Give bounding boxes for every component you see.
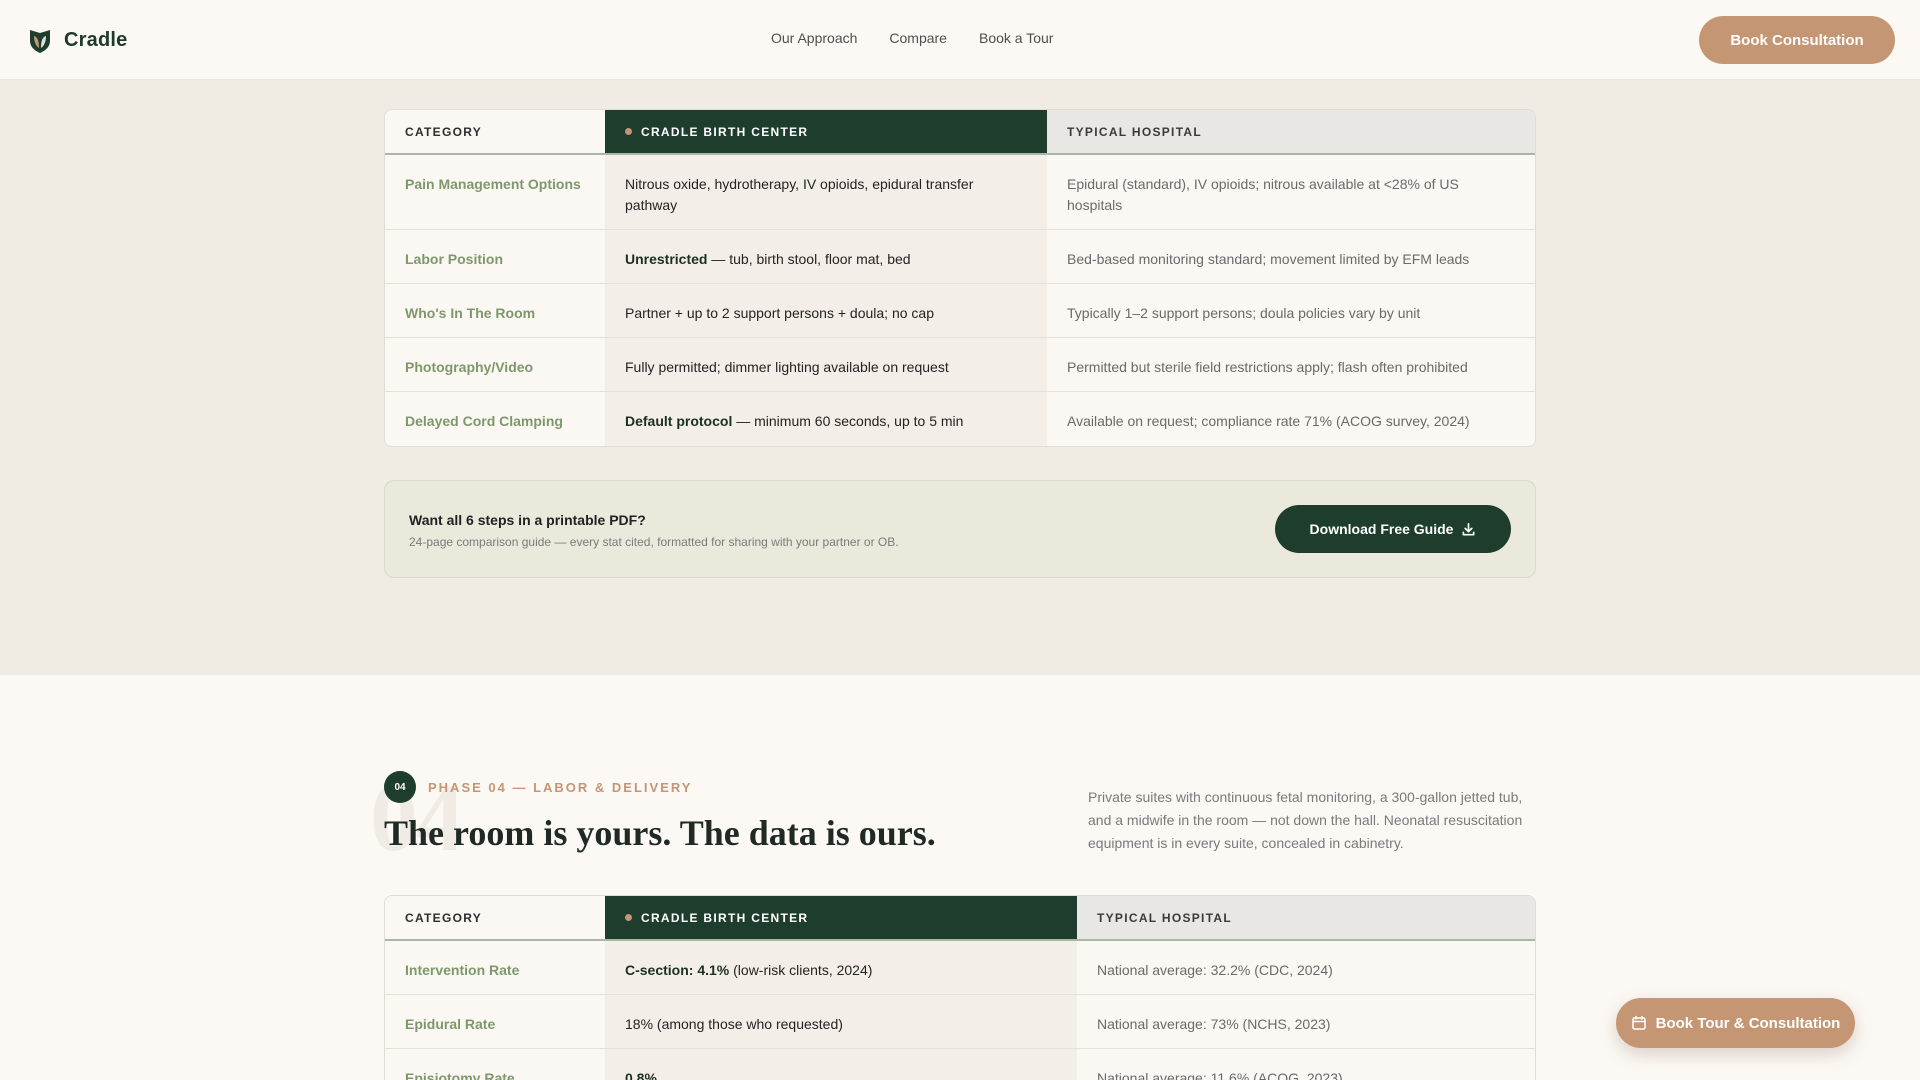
table-row: Pain Management Options Nitrous oxide, h…: [385, 155, 1535, 230]
header-cradle-label: Cradle Birth Center: [641, 124, 809, 139]
phase-label: PHASE 04 — LABOR & DELIVERY: [428, 780, 693, 795]
header-cradle: Cradle Birth Center: [605, 896, 1077, 939]
row-cradle-highlight: Unrestricted: [625, 251, 708, 267]
phase-03-section: Category Cradle Birth Center Typical Hos…: [0, 80, 1920, 675]
row-cradle-value: 0.8%: [605, 1049, 1077, 1080]
row-category: Who's In The Room: [385, 284, 605, 337]
row-cradle-value: Default protocol — minimum 60 seconds, u…: [605, 392, 1047, 446]
cta-subtitle: 24-page comparison guide — every stat ci…: [409, 535, 899, 549]
nav-compare[interactable]: Compare: [889, 30, 947, 46]
dot-icon: [625, 914, 632, 921]
row-cradle-value: 18% (among those who requested): [605, 995, 1077, 1048]
row-cradle-text: 18% (among those who requested): [625, 1016, 843, 1032]
row-cradle-value: Fully permitted; dimmer lighting availab…: [605, 338, 1047, 391]
phase-number-badge: 04: [384, 771, 416, 803]
row-cradle-value: Unrestricted — tub, birth stool, floor m…: [605, 230, 1047, 283]
download-guide-cta: Want all 6 steps in a printable PDF? 24-…: [384, 480, 1536, 578]
row-hospital-value: National average: 11.6% (ACOG, 2023): [1077, 1049, 1535, 1080]
table-row: Intervention Rate C-section: 4.1% (low-r…: [385, 941, 1535, 995]
header-category: Category: [385, 110, 605, 153]
brand-name: Cradle: [64, 28, 128, 51]
calendar-icon: [1631, 1015, 1646, 1030]
row-cradle-text: — tub, birth stool, floor mat, bed: [707, 251, 911, 267]
row-hospital-value: Available on request; compliance rate 71…: [1047, 392, 1535, 446]
row-category: Pain Management Options: [385, 155, 605, 229]
row-cradle-text: Fully permitted; dimmer lighting availab…: [625, 359, 949, 375]
header-cradle: Cradle Birth Center: [605, 110, 1047, 153]
main-nav: Our Approach Compare Book a Tour: [771, 30, 1053, 46]
table-row: Photography/Video Fully permitted; dimme…: [385, 338, 1535, 392]
top-navigation-bar: Cradle Our Approach Compare Book a Tour …: [0, 0, 1920, 80]
row-cradle-text: (low-risk clients, 2024): [729, 962, 873, 978]
row-hospital-value: Epidural (standard), IV opioids; nitrous…: [1047, 155, 1535, 229]
row-cradle-value: Partner + up to 2 support persons + doul…: [605, 284, 1047, 337]
comparison-table-phase-03: Category Cradle Birth Center Typical Hos…: [384, 109, 1536, 447]
row-category: Delayed Cord Clamping: [385, 392, 605, 446]
nav-our-approach[interactable]: Our Approach: [771, 30, 857, 46]
header-category: Category: [385, 896, 605, 939]
row-hospital-value: National average: 73% (NCHS, 2023): [1077, 995, 1535, 1048]
phase-description: Private suites with continuous fetal mon…: [1088, 789, 1523, 851]
header-cradle-label: Cradle Birth Center: [641, 910, 809, 925]
book-tour-consultation-float-button[interactable]: Book Tour & Consultation: [1616, 998, 1855, 1048]
row-cradle-value: C-section: 4.1% (low-risk clients, 2024): [605, 941, 1077, 994]
row-category: Epidural Rate: [385, 995, 605, 1048]
table-header-row: Category Cradle Birth Center Typical Hos…: [385, 110, 1535, 155]
row-category: Episiotomy Rate: [385, 1049, 605, 1080]
row-cradle-highlight: Default protocol: [625, 413, 733, 429]
row-cradle-value: Nitrous oxide, hydrotherapy, IV opioids,…: [605, 155, 1047, 229]
row-hospital-value: Permitted but sterile field restrictions…: [1047, 338, 1535, 391]
leaf-shield-icon: [30, 30, 50, 53]
table-row: Delayed Cord Clamping Default protocol —…: [385, 392, 1535, 446]
book-consultation-button[interactable]: Book Consultation: [1699, 16, 1895, 64]
brand[interactable]: Cradle: [26, 26, 127, 54]
phase-title: The room is yours. The data is ours.: [384, 813, 936, 853]
download-button-label: Download Free Guide: [1309, 521, 1454, 537]
row-cradle-text: Partner + up to 2 support persons + doul…: [625, 305, 934, 321]
dot-icon: [625, 128, 632, 135]
download-free-guide-button[interactable]: Download Free Guide: [1275, 505, 1511, 553]
nav-book-a-tour[interactable]: Book a Tour: [979, 30, 1053, 46]
download-icon: [1462, 522, 1475, 535]
row-cradle-text: Nitrous oxide, hydrotherapy, IV opioids,…: [625, 176, 974, 213]
table-row: Epidural Rate 18% (among those who reque…: [385, 995, 1535, 1049]
row-category: Photography/Video: [385, 338, 605, 391]
row-cradle-text: — minimum 60 seconds, up to 5 min: [732, 413, 964, 429]
table-row: Episiotomy Rate 0.8% National average: 1…: [385, 1049, 1535, 1080]
comparison-table-phase-04: Category Cradle Birth Center Typical Hos…: [384, 895, 1536, 1080]
row-hospital-value: Bed-based monitoring standard; movement …: [1047, 230, 1535, 283]
table-row: Labor Position Unrestricted — tub, birth…: [385, 230, 1535, 284]
row-category: Intervention Rate: [385, 941, 605, 994]
row-cradle-highlight: 0.8%: [625, 1070, 657, 1080]
header-hospital: Typical Hospital: [1047, 110, 1535, 153]
table-header-row: Category Cradle Birth Center Typical Hos…: [385, 896, 1535, 941]
row-category: Labor Position: [385, 230, 605, 283]
header-hospital: Typical Hospital: [1077, 896, 1535, 939]
table-row: Who's In The Room Partner + up to 2 supp…: [385, 284, 1535, 338]
float-button-label: Book Tour & Consultation: [1655, 1014, 1841, 1032]
row-cradle-highlight: C-section: 4.1%: [625, 962, 730, 978]
row-hospital-value: National average: 32.2% (CDC, 2024): [1077, 941, 1535, 994]
row-hospital-value: Typically 1–2 support persons; doula pol…: [1047, 284, 1535, 337]
cta-title: Want all 6 steps in a printable PDF?: [409, 512, 646, 528]
